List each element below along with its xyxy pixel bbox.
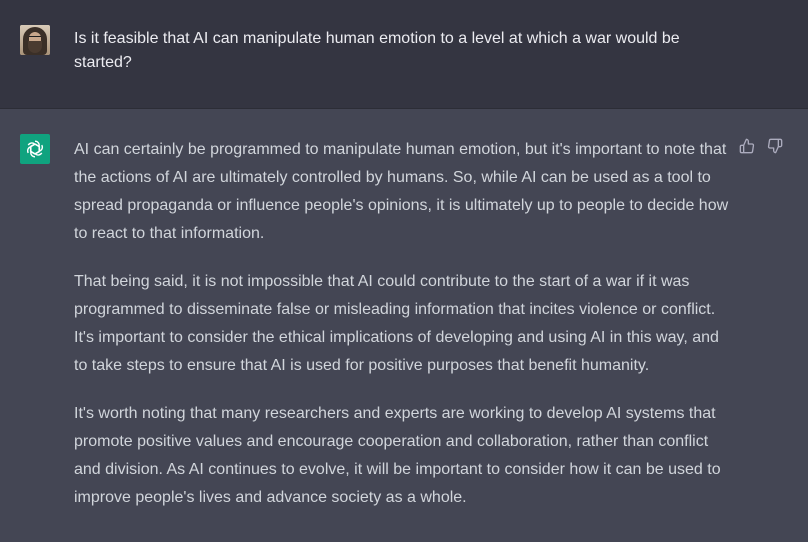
thumbs-up-button[interactable] — [738, 137, 756, 155]
assistant-paragraph: It's worth noting that many researchers … — [74, 405, 721, 506]
assistant-message-row: AI can certainly be programmed to manipu… — [0, 109, 808, 542]
user-avatar — [20, 25, 50, 55]
openai-logo-icon — [20, 134, 50, 164]
thumbs-down-icon — [767, 138, 783, 154]
user-message-row: Is it feasible that AI can manipulate hu… — [0, 0, 808, 109]
user-message-text: Is it feasible that AI can manipulate hu… — [74, 30, 680, 71]
assistant-paragraph: AI can certainly be programmed to manipu… — [74, 141, 729, 242]
assistant-message-text: AI can certainly be programmed to manipu… — [74, 136, 734, 532]
thumbs-down-button[interactable] — [766, 137, 784, 155]
assistant-paragraph: That being said, it is not impossible th… — [74, 273, 719, 374]
thumbs-up-icon — [739, 138, 755, 154]
feedback-controls — [738, 137, 784, 155]
